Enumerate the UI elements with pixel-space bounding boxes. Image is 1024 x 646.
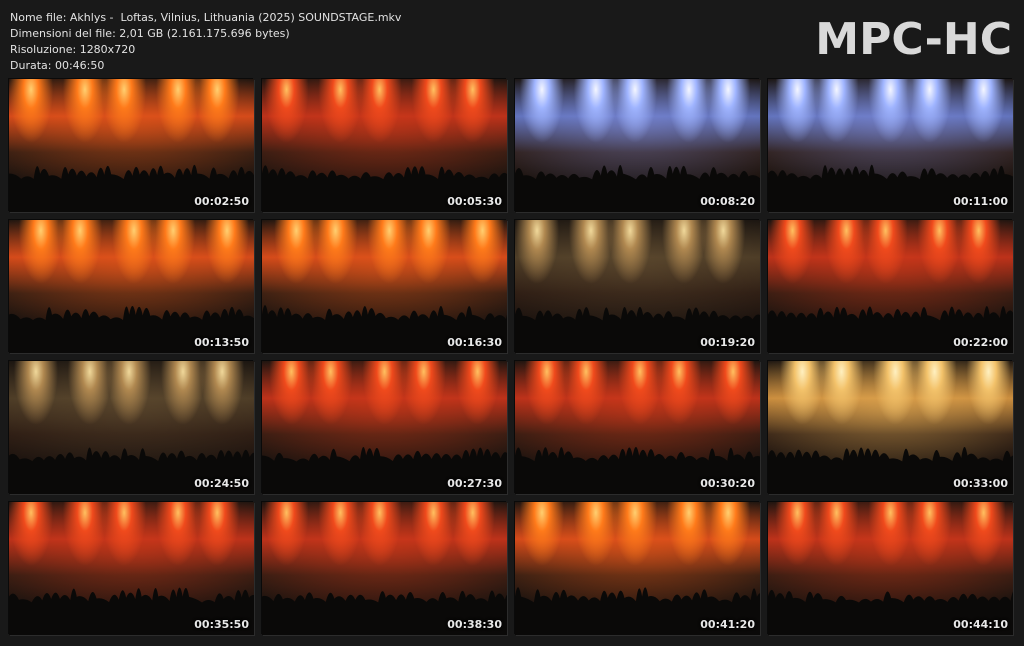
resolution: Risoluzione: 1280x720: [10, 43, 136, 56]
video-thumbnail[interactable]: 00:27:30: [262, 361, 507, 494]
timestamp-label: 00:22:00: [953, 336, 1008, 349]
video-thumbnail[interactable]: 00:16:30: [262, 220, 507, 353]
timestamp-label: 00:16:30: [447, 336, 502, 349]
file-name: Nome file: Akhlys - Loftas, Vilnius, Lit…: [10, 11, 402, 24]
video-thumbnail[interactable]: 00:22:00: [768, 220, 1013, 353]
video-thumbnail[interactable]: 00:13:50: [9, 220, 254, 353]
timestamp-label: 00:35:50: [194, 618, 249, 631]
file-size: Dimensioni del file: 2,01 GB (2.161.175.…: [10, 27, 290, 40]
timestamp-label: 00:41:20: [700, 618, 755, 631]
timestamp-label: 00:02:50: [194, 195, 249, 208]
timestamp-label: 00:38:30: [447, 618, 502, 631]
video-thumbnail[interactable]: 00:11:00: [768, 79, 1013, 212]
timestamp-label: 00:33:00: [953, 477, 1008, 490]
timestamp-label: 00:27:30: [447, 477, 502, 490]
video-thumbnail[interactable]: 00:05:30: [262, 79, 507, 212]
app-logo: MPC-HC: [815, 14, 1012, 65]
video-thumbnail[interactable]: 00:35:50: [9, 502, 254, 635]
duration: Durata: 00:46:50: [10, 59, 105, 72]
video-thumbnail[interactable]: 00:41:20: [515, 502, 760, 635]
timestamp-label: 00:30:20: [700, 477, 755, 490]
timestamp-label: 00:19:20: [700, 336, 755, 349]
timestamp-label: 00:08:20: [700, 195, 755, 208]
timestamp-label: 00:24:50: [194, 477, 249, 490]
video-thumbnail[interactable]: 00:02:50: [9, 79, 254, 212]
timestamp-label: 00:11:00: [953, 195, 1008, 208]
video-thumbnail[interactable]: 00:30:20: [515, 361, 760, 494]
timestamp-label: 00:05:30: [447, 195, 502, 208]
file-info: Nome file: Akhlys - Loftas, Vilnius, Lit…: [10, 10, 401, 74]
video-thumbnail[interactable]: 00:38:30: [262, 502, 507, 635]
video-thumbnail[interactable]: 00:33:00: [768, 361, 1013, 494]
video-thumbnail[interactable]: 00:08:20: [515, 79, 760, 212]
video-thumbnail[interactable]: 00:19:20: [515, 220, 760, 353]
timestamp-label: 00:13:50: [194, 336, 249, 349]
thumbnail-grid: 00:02:50 00:05:30 00:08:20 00:11:00 00:13:50…: [9, 79, 1013, 635]
video-thumbnail[interactable]: 00:44:10: [768, 502, 1013, 635]
video-thumbnail[interactable]: 00:24:50: [9, 361, 254, 494]
timestamp-label: 00:44:10: [953, 618, 1008, 631]
